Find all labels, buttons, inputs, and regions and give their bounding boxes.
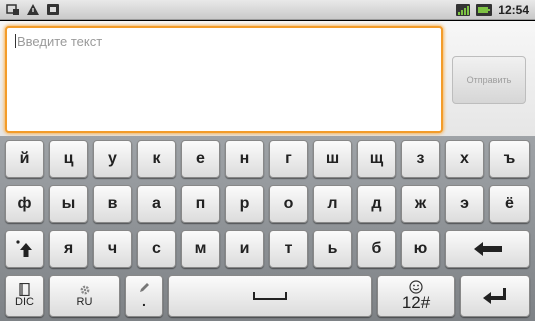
dictionary-key-label: DIC	[15, 296, 34, 309]
status-bar-right: 12:54	[456, 3, 529, 17]
symbols-key[interactable]: 12#	[377, 275, 455, 317]
key-3-3[interactable]: с	[137, 230, 176, 268]
soft-keyboard: й ц у к е н г ш щ з х ъ ф ы в а п р о л …	[0, 136, 535, 321]
language-key-label: RU	[76, 295, 93, 308]
key-3-2[interactable]: ч	[93, 230, 132, 268]
key-3-9[interactable]: ю	[401, 230, 440, 268]
key-2-7[interactable]: о	[269, 185, 308, 223]
backspace-key[interactable]	[445, 230, 530, 268]
smiley-icon	[409, 280, 423, 294]
key-3-8[interactable]: б	[357, 230, 396, 268]
key-1-6[interactable]: н	[225, 140, 264, 178]
key-2-1[interactable]: ф	[5, 185, 44, 223]
key-2-3[interactable]: в	[93, 185, 132, 223]
key-2-8[interactable]: л	[313, 185, 352, 223]
status-bar-left	[6, 3, 60, 16]
text-cursor	[15, 34, 16, 48]
dictionary-icon	[18, 283, 30, 297]
punctuation-key[interactable]: .	[125, 275, 163, 317]
key-3-7[interactable]: ь	[313, 230, 352, 268]
symbols-key-label: 12#	[401, 292, 431, 312]
key-1-4[interactable]: к	[137, 140, 176, 178]
key-3-6[interactable]: т	[269, 230, 308, 268]
key-1-8[interactable]: ш	[313, 140, 352, 178]
status-time: 12:54	[498, 2, 529, 17]
gear-icon	[80, 285, 89, 295]
message-text-input[interactable]: Введите текст	[5, 26, 443, 133]
compose-area: Введите текст Отправить	[0, 21, 535, 136]
enter-arrow-icon	[483, 288, 506, 304]
key-2-9[interactable]: д	[357, 185, 396, 223]
language-key[interactable]: RU	[49, 275, 120, 317]
usb-debug-icon	[6, 4, 19, 15]
punctuation-key-label: .	[142, 293, 146, 310]
key-2-10[interactable]: ж	[401, 185, 440, 223]
key-3-1[interactable]: я	[49, 230, 88, 268]
key-1-9[interactable]: щ	[357, 140, 396, 178]
key-3-5[interactable]: и	[225, 230, 264, 268]
warning-icon	[27, 4, 39, 15]
android-notify-icon	[47, 4, 59, 15]
shift-key[interactable]	[5, 230, 44, 268]
space-bar-icon	[253, 292, 287, 300]
key-1-2[interactable]: ц	[49, 140, 88, 178]
key-2-6[interactable]: р	[225, 185, 264, 223]
key-2-5[interactable]: п	[181, 185, 220, 223]
key-1-3[interactable]: у	[93, 140, 132, 178]
key-1-10[interactable]: з	[401, 140, 440, 178]
message-placeholder: Введите текст	[17, 34, 103, 49]
key-2-2[interactable]: ы	[49, 185, 88, 223]
key-1-11[interactable]: х	[445, 140, 484, 178]
key-1-5[interactable]: е	[181, 140, 220, 178]
key-2-4[interactable]: а	[137, 185, 176, 223]
key-2-12[interactable]: ё	[489, 185, 530, 223]
dictionary-key[interactable]: DIC	[5, 275, 44, 317]
shift-arrow-icon	[15, 240, 32, 257]
key-3-4[interactable]: м	[181, 230, 220, 268]
battery-icon	[476, 4, 493, 16]
key-1-12[interactable]: ъ	[489, 140, 530, 178]
enter-key[interactable]	[460, 275, 530, 317]
backspace-arrow-icon	[473, 242, 502, 256]
key-2-11[interactable]: э	[445, 185, 484, 223]
key-1-7[interactable]: г	[269, 140, 308, 178]
space-key[interactable]	[168, 275, 372, 317]
signal-icon	[456, 4, 471, 16]
key-1-1[interactable]: й	[5, 140, 44, 178]
send-button[interactable]: Отправить	[452, 56, 526, 104]
status-bar: 12:54	[0, 0, 535, 20]
